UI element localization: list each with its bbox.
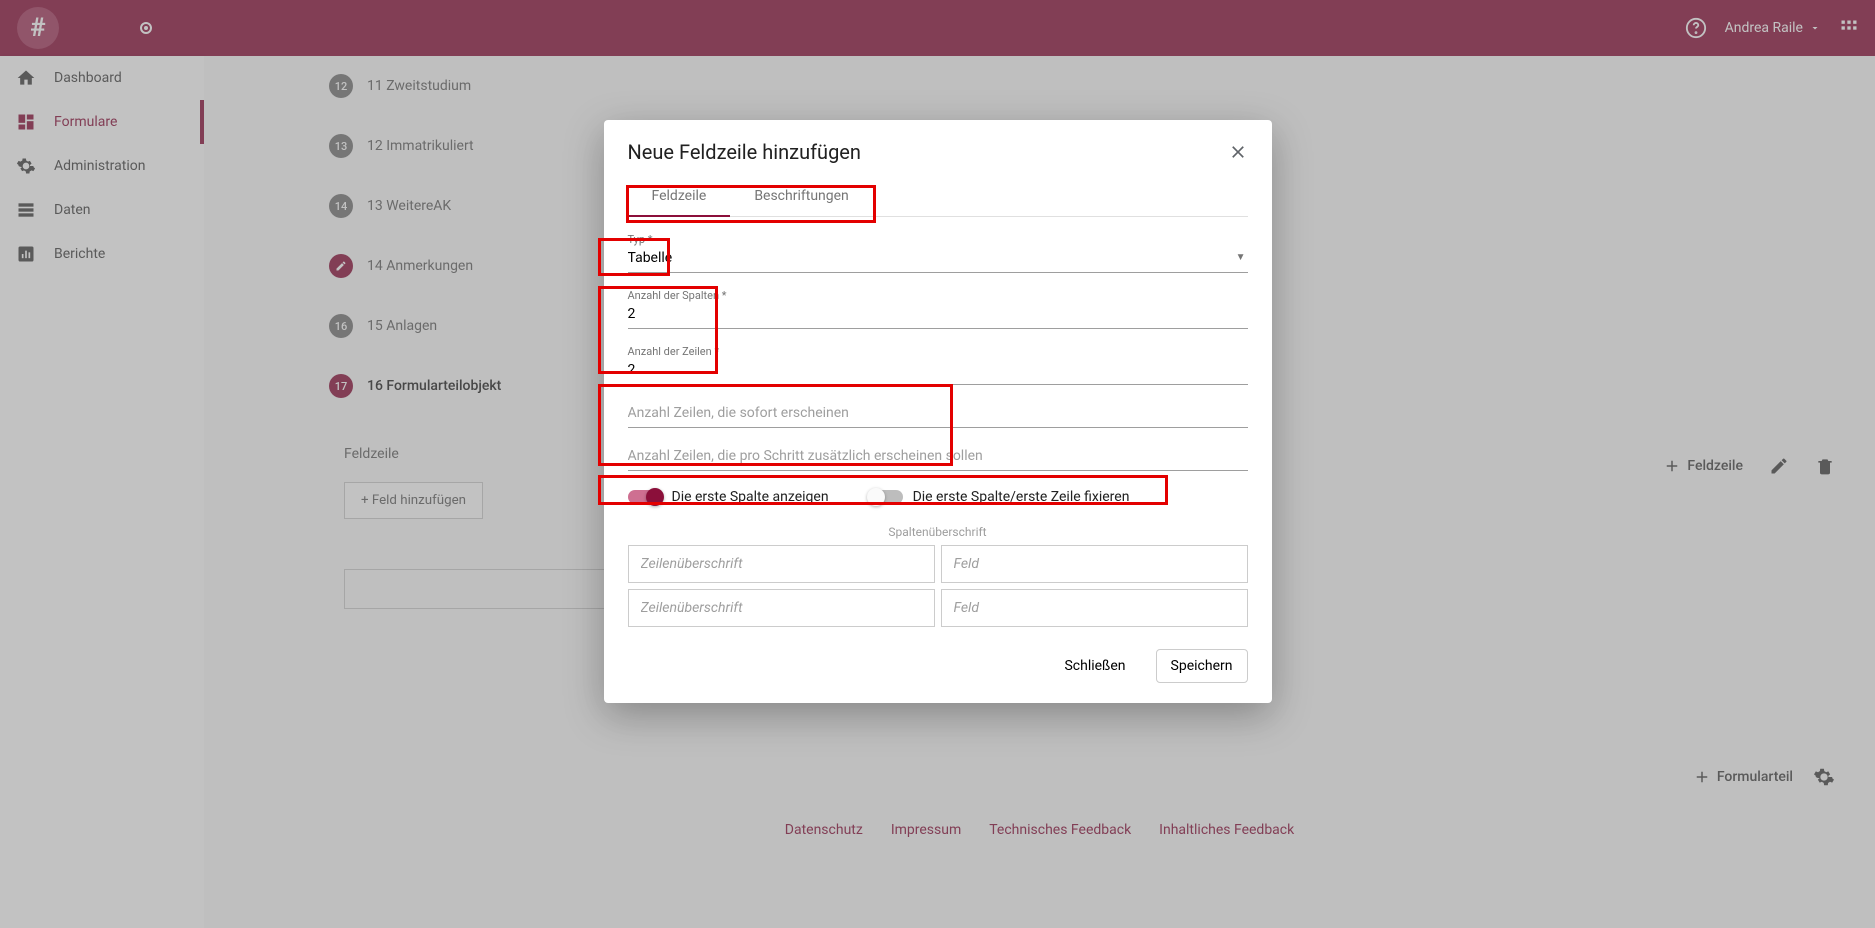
- row-header-input[interactable]: [628, 545, 935, 583]
- toggle-label: Die erste Spalte anzeigen: [672, 489, 829, 505]
- dialog: Neue Feldzeile hinzufügen Feldzeile Besc…: [604, 120, 1272, 703]
- switch-off[interactable]: [869, 490, 903, 504]
- close-icon[interactable]: [1228, 142, 1248, 162]
- table-grid: [628, 545, 1248, 627]
- column-header: Spaltenüberschrift: [628, 525, 1248, 539]
- field-label: Typ *: [628, 233, 1248, 246]
- schritt-field[interactable]: [628, 442, 1248, 471]
- dialog-tabs: Feldzeile Beschriftungen: [628, 176, 1248, 217]
- sofort-input[interactable]: [628, 399, 1248, 428]
- field-input[interactable]: [941, 589, 1248, 627]
- dialog-title: Neue Feldzeile hinzufügen: [628, 140, 861, 164]
- switch-on[interactable]: [628, 490, 662, 504]
- spalten-input[interactable]: [628, 300, 1248, 329]
- modal-overlay: Neue Feldzeile hinzufügen Feldzeile Besc…: [0, 0, 1875, 928]
- field-label: Anzahl der Zeilen *: [628, 345, 1248, 358]
- save-button[interactable]: Speichern: [1156, 649, 1248, 683]
- sofort-field[interactable]: [628, 399, 1248, 428]
- schritt-input[interactable]: [628, 442, 1248, 471]
- toggle-erste-spalte[interactable]: Die erste Spalte anzeigen: [628, 489, 829, 505]
- toggle-label: Die erste Spalte/erste Zeile fixieren: [913, 489, 1130, 505]
- tab-beschriftungen[interactable]: Beschriftungen: [730, 176, 872, 216]
- field-input[interactable]: [941, 545, 1248, 583]
- field-label: Anzahl der Spalten *: [628, 289, 1248, 302]
- row-header-input[interactable]: [628, 589, 935, 627]
- toggle-fixieren[interactable]: Die erste Spalte/erste Zeile fixieren: [869, 489, 1130, 505]
- spalten-field[interactable]: Anzahl der Spalten *: [628, 287, 1248, 329]
- close-button[interactable]: Schließen: [1050, 649, 1139, 683]
- tab-feldzeile[interactable]: Feldzeile: [628, 176, 731, 216]
- typ-field[interactable]: Typ * ▼: [628, 231, 1248, 273]
- zeilen-field[interactable]: Anzahl der Zeilen *: [628, 343, 1248, 385]
- typ-select[interactable]: [628, 244, 1248, 273]
- zeilen-input[interactable]: [628, 356, 1248, 385]
